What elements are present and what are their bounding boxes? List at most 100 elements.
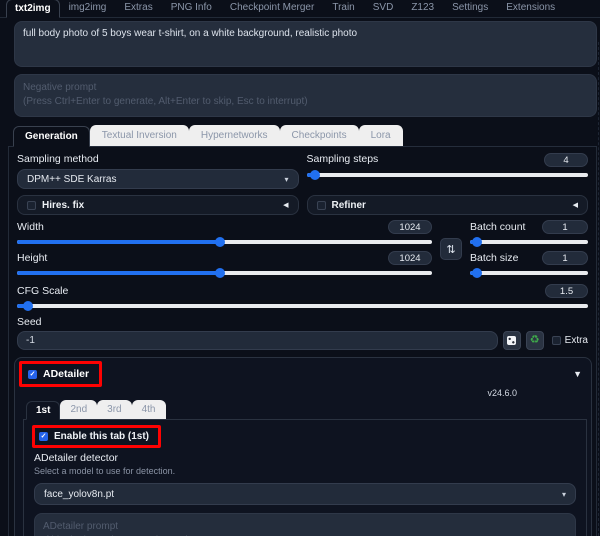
tab-train[interactable]: Train bbox=[323, 0, 363, 17]
adetailer-model-dropdown[interactable]: face_yolov8n.pt ▾ bbox=[34, 483, 576, 505]
batch-count-block: Batch count 1 bbox=[470, 220, 588, 247]
negative-prompt-placeholder-1: Negative prompt bbox=[23, 81, 588, 95]
height-slider[interactable] bbox=[17, 268, 432, 278]
batch-size-label: Batch size bbox=[470, 252, 518, 264]
adetailer-prompt-input[interactable]: ADetailer prompt If blank, the main prom… bbox=[34, 513, 576, 536]
slider-track bbox=[470, 240, 588, 244]
cfg-scale-value[interactable]: 1.5 bbox=[545, 284, 588, 298]
tab-generation[interactable]: Generation bbox=[13, 126, 90, 147]
tab-lora[interactable]: Lora bbox=[359, 125, 403, 146]
slider-thumb[interactable] bbox=[472, 268, 482, 278]
width-block: Width 1024 bbox=[17, 220, 432, 247]
sampling-steps-slider[interactable] bbox=[307, 170, 589, 180]
adetailer-tab-1st[interactable]: 1st bbox=[26, 401, 60, 420]
adetailer-tab-bar: 1st 2nd 3rd 4th bbox=[23, 400, 587, 420]
tab-svd[interactable]: SVD bbox=[364, 0, 403, 17]
reuse-seed-button[interactable]: ♻ bbox=[526, 331, 544, 350]
cfg-scale-block: CFG Scale 1.5 bbox=[17, 284, 588, 311]
tab-textual-inversion[interactable]: Textual Inversion bbox=[90, 125, 189, 146]
app-window: txt2img img2img Extras PNG Info Checkpoi… bbox=[0, 0, 600, 536]
width-label: Width bbox=[17, 221, 44, 233]
extra-checkbox[interactable]: ✓ bbox=[552, 336, 561, 345]
chevron-down-icon: ▾ bbox=[562, 490, 566, 499]
tab-extras[interactable]: Extras bbox=[115, 0, 161, 17]
batch-size-slider[interactable] bbox=[470, 268, 588, 278]
refiner-checkbox[interactable]: ✓ bbox=[317, 201, 326, 210]
cfg-scale-slider[interactable] bbox=[17, 301, 588, 311]
batch-column: Batch count 1 Batch size 1 bbox=[470, 220, 588, 278]
negative-prompt-input[interactable]: Negative prompt (Press Ctrl+Enter to gen… bbox=[14, 74, 597, 117]
tab-checkpoints[interactable]: Checkpoints bbox=[280, 125, 359, 146]
adetailer-detector-hint: Select a model to use for detection. bbox=[34, 466, 576, 476]
hires-fix-checkbox[interactable]: ✓ bbox=[27, 201, 36, 210]
tab-img2img[interactable]: img2img bbox=[60, 0, 116, 17]
recycle-icon: ♻ bbox=[530, 335, 540, 346]
slider-fill bbox=[17, 240, 220, 244]
batch-size-value[interactable]: 1 bbox=[542, 251, 588, 265]
sampling-method-label: Sampling method bbox=[17, 153, 299, 165]
random-seed-button[interactable] bbox=[503, 331, 521, 350]
slider-fill bbox=[17, 271, 220, 275]
height-block: Height 1024 bbox=[17, 251, 432, 278]
sampling-steps-value[interactable]: 4 bbox=[544, 153, 588, 167]
sampling-steps-label: Sampling steps bbox=[307, 153, 379, 165]
adetailer-tab-panel: ✓ Enable this tab (1st) ADetailer detect… bbox=[23, 420, 587, 536]
width-slider[interactable] bbox=[17, 237, 432, 247]
height-label: Height bbox=[17, 252, 47, 264]
dice-icon bbox=[507, 336, 516, 345]
adetailer-tab-3rd[interactable]: 3rd bbox=[97, 400, 131, 419]
refiner-accordion[interactable]: ✓ Refiner ◀ bbox=[307, 195, 589, 215]
adetailer-checkbox[interactable]: ✓ bbox=[28, 370, 37, 379]
tab-checkpoint-merger[interactable]: Checkpoint Merger bbox=[221, 0, 323, 17]
enable-tab-highlight-box: ✓ Enable this tab (1st) bbox=[32, 425, 161, 448]
sampling-method-dropdown[interactable]: DPM++ SDE Karras ▾ bbox=[17, 169, 299, 189]
swap-dimensions-button[interactable]: ⇅ bbox=[440, 238, 462, 260]
chevron-down-icon: ▾ bbox=[284, 175, 288, 184]
tab-settings[interactable]: Settings bbox=[443, 0, 497, 17]
batch-size-block: Batch size 1 bbox=[470, 251, 588, 278]
extra-seed-toggle[interactable]: ✓ Extra bbox=[552, 335, 588, 346]
accordion-collapsed-icon: ◀ bbox=[573, 201, 578, 209]
batch-count-slider[interactable] bbox=[470, 237, 588, 247]
enable-tab-checkbox[interactable]: ✓ bbox=[39, 432, 48, 441]
swap-icon: ⇅ bbox=[446, 243, 455, 256]
slider-thumb[interactable] bbox=[23, 301, 33, 311]
slider-track bbox=[470, 271, 588, 275]
slider-track bbox=[307, 173, 589, 177]
adetailer-accordion: ✓ ADetailer ▼ v24.6.0 1st 2nd 3rd 4th ✓ … bbox=[14, 357, 592, 536]
tab-txt2img[interactable]: txt2img bbox=[6, 0, 60, 18]
batch-count-value[interactable]: 1 bbox=[542, 220, 588, 234]
tab-z123[interactable]: Z123 bbox=[402, 0, 443, 17]
adetailer-tab-2nd[interactable]: 2nd bbox=[60, 400, 97, 419]
generation-tab-bar: Generation Textual Inversion Hypernetwor… bbox=[8, 125, 597, 147]
width-value[interactable]: 1024 bbox=[388, 220, 432, 234]
tab-extensions[interactable]: Extensions bbox=[497, 0, 564, 17]
sampling-steps-block: Sampling steps 4 bbox=[307, 153, 589, 189]
adetailer-label: ADetailer bbox=[43, 368, 89, 380]
seed-label: Seed bbox=[17, 316, 588, 328]
slider-thumb[interactable] bbox=[310, 170, 320, 180]
checkmark-icon: ✓ bbox=[30, 371, 36, 378]
tab-png-info[interactable]: PNG Info bbox=[162, 0, 221, 17]
prompt-text: full body photo of 5 boys wear t-shirt, … bbox=[23, 28, 357, 39]
adetailer-detector-label: ADetailer detector bbox=[34, 452, 576, 464]
tab-hypernetworks[interactable]: Hypernetworks bbox=[189, 125, 280, 146]
adetailer-tab-4th[interactable]: 4th bbox=[132, 400, 166, 419]
checkmark-icon: ✓ bbox=[41, 433, 47, 440]
adetailer-model-value: face_yolov8n.pt bbox=[44, 489, 114, 500]
adetailer-header[interactable]: ✓ ADetailer ▼ bbox=[15, 358, 591, 387]
negative-prompt-placeholder-2: (Press Ctrl+Enter to generate, Alt+Enter… bbox=[23, 95, 588, 109]
accordion-expanded-icon[interactable]: ▼ bbox=[573, 369, 582, 379]
prompt-input[interactable]: full body photo of 5 boys wear t-shirt, … bbox=[14, 21, 597, 67]
slider-thumb[interactable] bbox=[215, 268, 225, 278]
slider-thumb[interactable] bbox=[472, 237, 482, 247]
seed-input[interactable]: -1 bbox=[17, 331, 498, 350]
height-value[interactable]: 1024 bbox=[388, 251, 432, 265]
slider-thumb[interactable] bbox=[215, 237, 225, 247]
batch-count-label: Batch count bbox=[470, 221, 525, 233]
sampling-method-block: Sampling method DPM++ SDE Karras ▾ bbox=[17, 153, 299, 189]
extra-label: Extra bbox=[565, 335, 588, 346]
hires-fix-accordion[interactable]: ✓ Hires. fix ◀ bbox=[17, 195, 299, 215]
scrollbar[interactable] bbox=[598, 42, 599, 536]
adetailer-highlight-box: ✓ ADetailer bbox=[19, 361, 102, 387]
